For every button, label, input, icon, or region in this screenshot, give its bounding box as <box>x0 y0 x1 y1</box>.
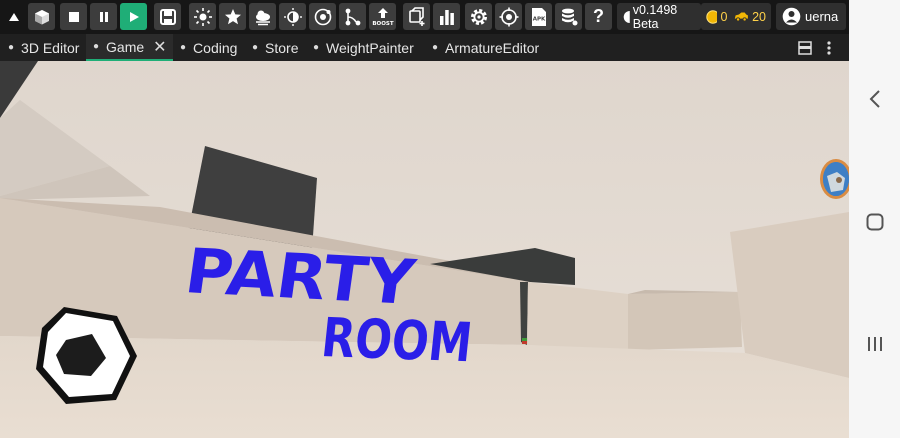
tab-weightpainter[interactable]: ● WeightPainter <box>313 34 414 61</box>
save-icon[interactable] <box>154 3 181 30</box>
tab-game[interactable]: ● Game ✕ <box>86 34 173 61</box>
caret-up-icon[interactable] <box>4 3 24 30</box>
physics-icon[interactable] <box>309 3 336 30</box>
minimize-panel-icon[interactable] <box>798 34 812 61</box>
star-icon[interactable] <box>219 3 246 30</box>
tab-coding[interactable]: ● Coding <box>180 34 237 61</box>
user-icon <box>782 7 801 26</box>
tab-label: WeightPainter <box>326 39 414 56</box>
database-icon[interactable] <box>555 3 582 30</box>
boost-label: BOOST <box>372 21 394 27</box>
tab-dot-icon: ● <box>432 42 439 53</box>
tab-label: 3D Editor <box>21 39 80 56</box>
tab-dot-icon: ● <box>93 41 100 52</box>
lighting-icon[interactable] <box>279 3 306 30</box>
tab-dot-icon: ● <box>8 42 15 53</box>
partial-icon <box>623 10 630 23</box>
more-options-icon[interactable] <box>826 34 832 61</box>
boost-icon[interactable]: BOOST <box>369 3 396 30</box>
back-icon[interactable] <box>849 87 900 111</box>
stop-icon[interactable] <box>60 3 87 30</box>
avatar[interactable] <box>820 159 849 199</box>
tab-label: Coding <box>193 39 238 56</box>
coin-icon <box>706 9 718 24</box>
app-window: BOOST APK ? v0.1498 Beta 0 20 uerna ● 3D… <box>0 0 849 438</box>
tab-store[interactable]: ● Store <box>252 34 299 61</box>
version-label: v0.1498 Beta <box>632 2 678 31</box>
top-toolbar: BOOST APK ? v0.1498 Beta 0 20 uerna <box>0 0 849 34</box>
room-text: ROOM <box>319 306 476 374</box>
help-icon[interactable]: ? <box>585 3 612 30</box>
car-icon <box>735 12 749 21</box>
android-nav-bar <box>849 0 900 438</box>
apk-icon[interactable]: APK <box>525 3 552 30</box>
home-icon[interactable] <box>849 210 900 234</box>
stats-icon[interactable] <box>433 3 460 30</box>
recents-icon[interactable] <box>849 334 900 354</box>
tab-dot-icon: ● <box>180 42 187 53</box>
user-account-button[interactable]: uerna <box>776 3 846 30</box>
tab-label: Store <box>265 39 299 56</box>
help-label: ? <box>593 6 604 26</box>
game-viewport[interactable]: PARTY ROOM <box>0 61 849 438</box>
settings-icon[interactable] <box>465 3 492 30</box>
tab-label: ArmatureEditor <box>445 39 540 56</box>
tab-dot-icon: ● <box>252 42 259 53</box>
weather-icon[interactable] <box>249 3 276 30</box>
tab-armatureeditor[interactable]: ● ArmatureEditor <box>432 34 539 61</box>
virtual-joystick[interactable] <box>34 304 138 406</box>
tab-3d-editor[interactable]: ● 3D Editor <box>8 34 79 61</box>
add-object-icon[interactable] <box>403 3 430 30</box>
play-icon[interactable] <box>120 3 147 30</box>
sun-settings-icon[interactable] <box>189 3 216 30</box>
tab-dot-icon: ● <box>313 42 320 53</box>
close-tab-icon[interactable]: ✕ <box>153 37 166 57</box>
node-graph-icon[interactable] <box>339 3 366 30</box>
apk-label: APK <box>532 16 545 22</box>
tab-label: Game <box>106 38 145 55</box>
car-count: 20 <box>752 9 766 24</box>
username-label: uerna <box>805 9 839 24</box>
cube-icon[interactable] <box>28 3 55 30</box>
currency-display[interactable]: 0 20 <box>701 3 771 30</box>
editor-tab-bar: ● 3D Editor ● Game ✕ ● Coding ● Store ● Weight… <box>0 34 849 61</box>
pause-icon[interactable] <box>90 3 117 30</box>
party-text: PARTY <box>181 235 420 319</box>
version-badge: v0.1498 Beta <box>617 2 701 31</box>
target-icon[interactable] <box>495 3 522 30</box>
coin-count: 0 <box>720 9 728 24</box>
